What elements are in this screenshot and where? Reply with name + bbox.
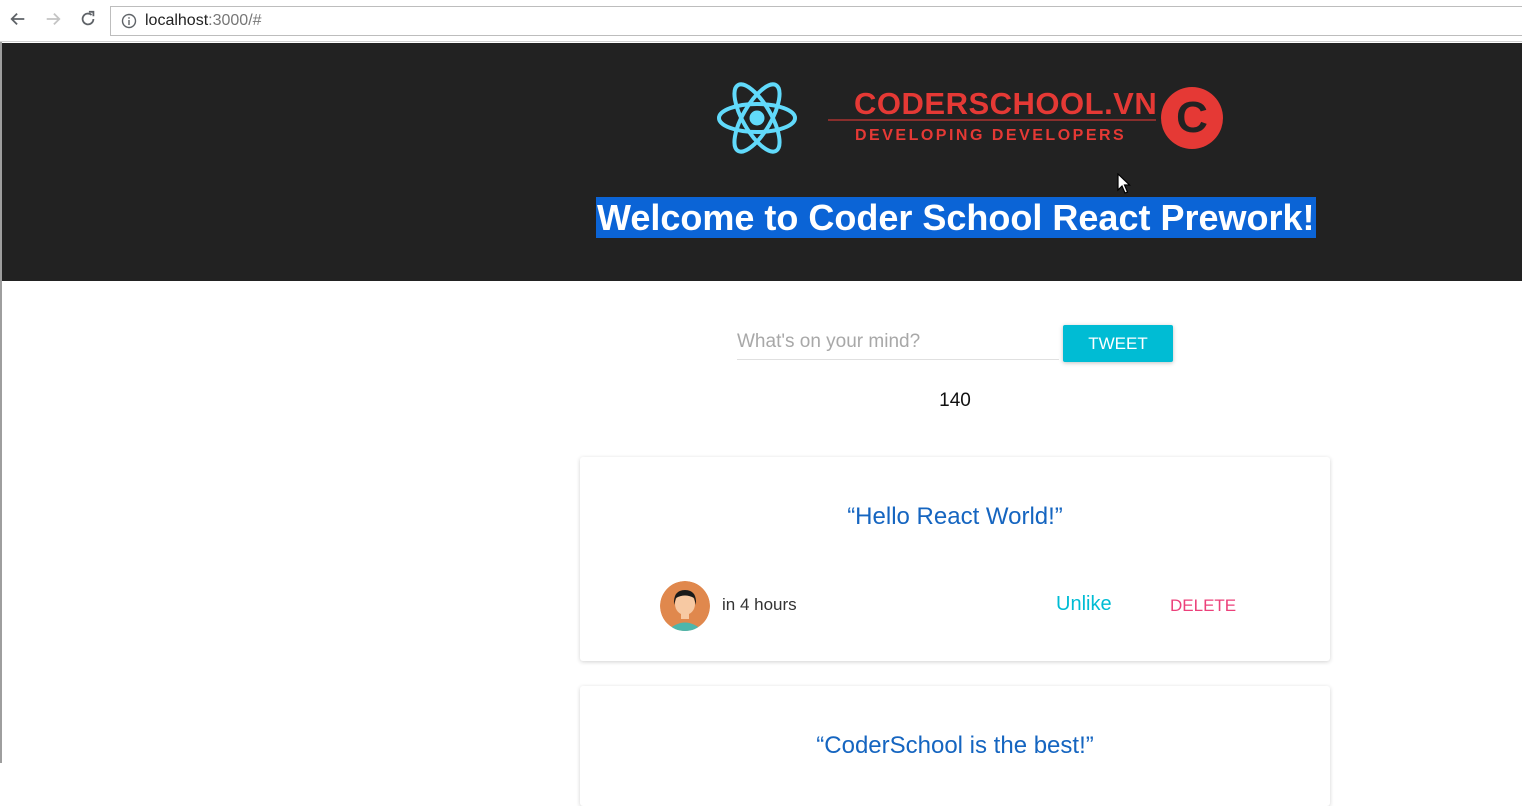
tweet-card: “CoderSchool is the best!” <box>580 686 1330 806</box>
address-bar[interactable]: localhost:3000/# <box>110 6 1522 36</box>
avatar <box>660 581 710 631</box>
coderschool-logo: CODERSCHOOL.VN DEVELOPING DEVELOPERS C <box>828 86 1223 149</box>
reload-icon[interactable] <box>77 8 99 30</box>
unlike-button[interactable]: Unlike <box>1056 593 1112 616</box>
back-icon[interactable] <box>7 8 29 30</box>
delete-button[interactable]: DELETE <box>1170 596 1236 616</box>
tweet-button[interactable]: TWEET <box>1063 325 1173 362</box>
tweet-card: “Hello React World!” in 4 hours Unlike D… <box>580 457 1330 661</box>
url-path: :3000/# <box>208 12 262 29</box>
tweet-input[interactable] <box>737 324 1059 360</box>
brand-name: CODERSCHOOL.VN <box>854 86 1157 121</box>
brand-mark: C <box>1176 93 1208 142</box>
browser-toolbar: localhost:3000/# <box>0 0 1522 42</box>
mouse-cursor-icon <box>1117 173 1131 194</box>
info-icon[interactable] <box>121 13 137 29</box>
tweet-text: “CoderSchool is the best!” <box>816 732 1094 759</box>
char-counter: 140 <box>939 390 971 411</box>
page-title: Welcome to Coder School React Prework! <box>596 197 1316 238</box>
react-logo-icon <box>717 82 797 154</box>
url-host: localhost <box>145 12 209 29</box>
tweet-text: “Hello React World!” <box>847 503 1063 530</box>
brand-tagline: DEVELOPING DEVELOPERS <box>855 127 1126 144</box>
tweet-timestamp: in 4 hours <box>722 595 797 614</box>
forward-icon[interactable] <box>42 8 64 30</box>
